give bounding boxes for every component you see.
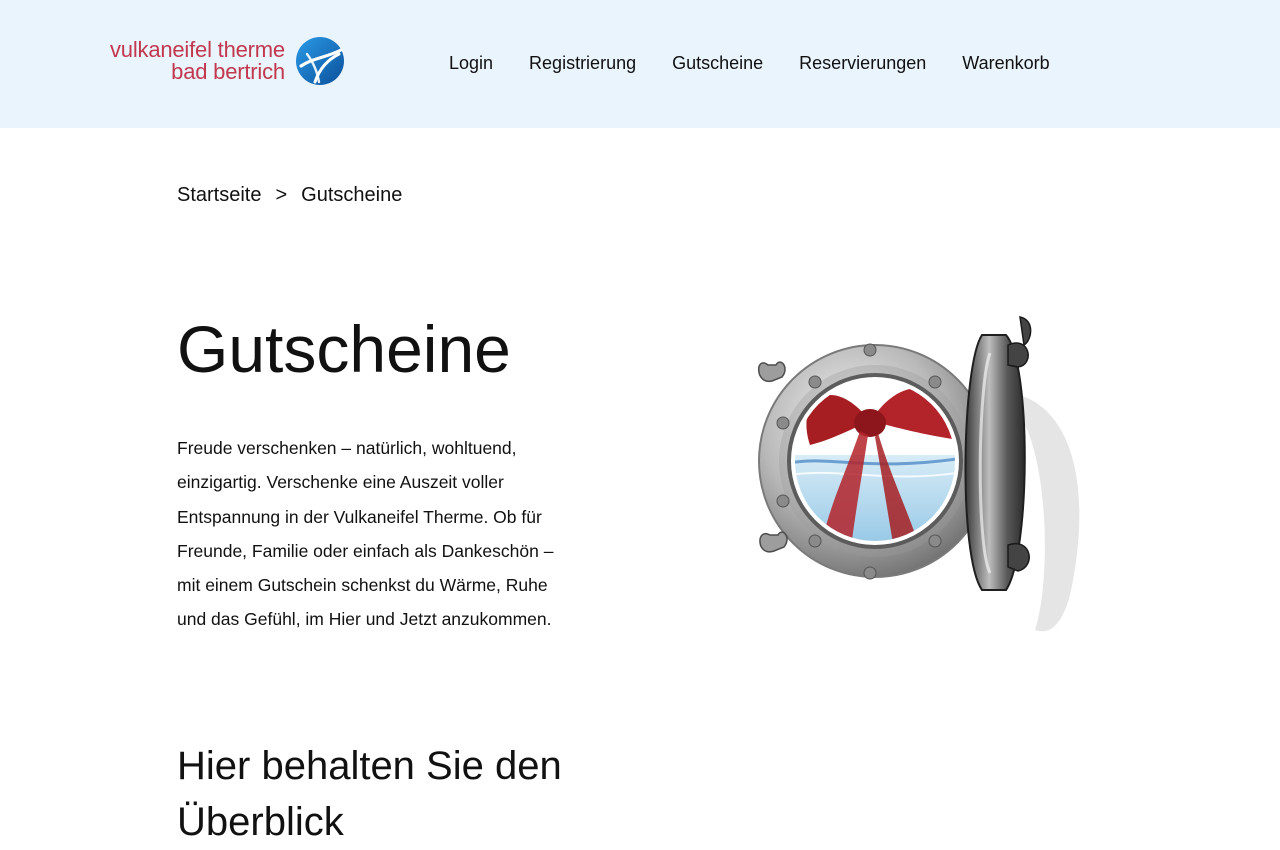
logo-line-2: bad bertrich <box>171 59 285 84</box>
breadcrumb-current: Gutscheine <box>301 184 403 206</box>
breadcrumb-separator: > <box>275 184 288 206</box>
nav-reservierungen[interactable]: Reservierungen <box>799 51 926 75</box>
nav-warenkorb[interactable]: Warenkorb <box>962 51 1049 75</box>
overview-heading: Hier behalten Sie den Überblick <box>177 744 562 844</box>
logo-line-1: vulkaneifel therme <box>110 37 285 62</box>
nav-login[interactable]: Login <box>449 51 493 75</box>
logo-mark-icon <box>295 37 344 85</box>
nav-registrierung[interactable]: Registrierung <box>529 51 636 75</box>
breadcrumb-home[interactable]: Startseite <box>177 182 261 208</box>
logo-text: vulkaneifel therme bad bertrich <box>110 39 285 83</box>
nav-gutscheine[interactable]: Gutscheine <box>672 51 763 75</box>
page-title: Gutscheine <box>177 312 511 386</box>
intro-text: Freude verschenken – natürlich, wohltuen… <box>177 438 554 630</box>
site-header: vulkaneifel therme bad bertrich Login Re… <box>0 0 1280 128</box>
logo-link[interactable]: vulkaneifel therme bad bertrich <box>110 36 345 86</box>
porthole-gift-illustration <box>758 316 1080 632</box>
breadcrumb: Startseite > Gutscheine <box>177 182 402 208</box>
main-nav: Login Registrierung Gutscheine Reservier… <box>449 51 1050 75</box>
